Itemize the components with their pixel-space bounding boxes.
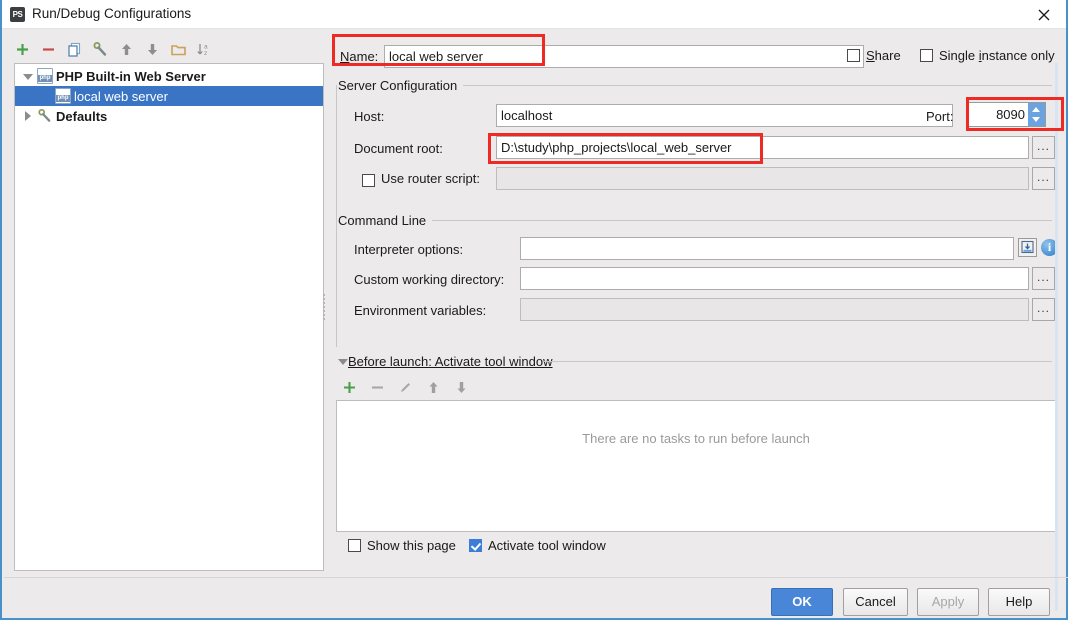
cancel-button[interactable]: Cancel: [843, 588, 908, 616]
tree-item-local-web-server[interactable]: local web server: [15, 86, 323, 106]
environment-variables-browse-button[interactable]: ...: [1032, 298, 1055, 321]
sort-alphabetically-icon[interactable]: a z: [196, 41, 213, 58]
port-spinner[interactable]: 8090: [968, 102, 1046, 127]
empty-task-message: There are no tasks to run before launch: [337, 431, 1055, 446]
interpreter-options-label: Interpreter options:: [354, 242, 463, 257]
move-up-icon[interactable]: [118, 41, 135, 58]
port-decrement-icon[interactable]: [1032, 117, 1040, 122]
folder-icon[interactable]: [170, 41, 187, 58]
tree-item-label: PHP Built-in Web Server: [56, 69, 206, 84]
move-task-up-icon[interactable]: [426, 380, 441, 395]
host-input[interactable]: localhost: [496, 104, 953, 127]
environment-variables-label: Environment variables:: [354, 303, 486, 318]
add-icon[interactable]: [14, 41, 31, 58]
move-task-down-icon[interactable]: [454, 380, 469, 395]
footer-divider: [4, 577, 1068, 578]
share-label: Share: [866, 48, 901, 63]
host-label: Host:: [354, 109, 384, 124]
group-left-border: [336, 85, 337, 235]
ok-button[interactable]: OK: [771, 588, 833, 616]
group-left-border: [336, 220, 337, 347]
copy-icon[interactable]: [66, 41, 83, 58]
expand-twisty-icon[interactable]: [21, 69, 35, 83]
use-router-script-checkbox[interactable]: [362, 174, 375, 187]
before-launch-task-list[interactable]: There are no tasks to run before launch: [336, 400, 1056, 532]
activate-tool-window-checkbox[interactable]: [469, 539, 482, 552]
remove-task-icon[interactable]: [370, 380, 385, 395]
show-this-page-label: Show this page: [367, 538, 456, 553]
share-checkbox[interactable]: [847, 49, 860, 62]
use-router-script-label: Use router script:: [381, 171, 480, 186]
single-instance-only-label: Single instance only: [939, 48, 1055, 63]
edit-defaults-wrench-icon[interactable]: [92, 41, 109, 58]
tree-item-php-built-in-web-server[interactable]: PHP Built-in Web Server: [15, 66, 323, 86]
custom-working-directory-browse-button[interactable]: ...: [1032, 267, 1055, 290]
move-down-icon[interactable]: [144, 41, 161, 58]
phpstorm-app-icon: PS: [10, 7, 25, 22]
port-increment-icon[interactable]: [1032, 107, 1040, 112]
server-configuration-group-title: Server Configuration: [338, 78, 463, 93]
apply-button: Apply: [917, 588, 979, 616]
configurations-tree[interactable]: PHP Built-in Web Server local web server…: [14, 63, 324, 571]
custom-working-directory-input[interactable]: [520, 267, 1029, 290]
php-icon: [37, 68, 53, 84]
name-label: Name:: [340, 49, 378, 64]
custom-working-directory-label: Custom working directory:: [354, 272, 504, 287]
port-label: Port:: [926, 109, 953, 124]
svg-text:z: z: [204, 50, 207, 57]
collapse-twisty-icon[interactable]: [21, 109, 35, 123]
tree-item-label: local web server: [74, 89, 168, 104]
remove-icon[interactable]: [40, 41, 57, 58]
command-line-group-title: Command Line: [338, 213, 432, 228]
group-divider: [460, 85, 1052, 86]
before-launch-title: Before launch: Activate tool window: [348, 354, 553, 369]
add-task-icon[interactable]: [342, 380, 357, 395]
vertical-scrollbar[interactable]: [1055, 63, 1058, 611]
show-this-page-checkbox[interactable]: [348, 539, 361, 552]
group-divider: [544, 361, 1052, 362]
run-debug-configurations-dialog: PS Run/Debug Configurations: [0, 0, 1068, 620]
name-input[interactable]: local web server: [384, 45, 864, 68]
activate-tool-window-label: Activate tool window: [488, 538, 606, 553]
configuration-editor-pane: Name: local web server Share Single inst…: [332, 34, 1060, 574]
window-title: Run/Debug Configurations: [32, 6, 191, 21]
document-root-input[interactable]: D:\study\php_projects\local_web_server: [496, 136, 1029, 159]
panel-splitter-handle[interactable]: [322, 292, 327, 318]
close-icon[interactable]: [1022, 0, 1066, 28]
configurations-toolbar: a z: [14, 37, 314, 61]
edit-task-pencil-icon[interactable]: [398, 380, 413, 395]
php-icon: [55, 88, 71, 104]
document-root-browse-button[interactable]: ...: [1032, 136, 1055, 159]
expand-editor-icon[interactable]: [1018, 238, 1037, 257]
interpreter-options-input[interactable]: [520, 237, 1014, 260]
group-divider: [428, 220, 1052, 221]
single-instance-only-checkbox[interactable]: [920, 49, 933, 62]
help-button[interactable]: Help: [988, 588, 1050, 616]
wrench-icon: [37, 108, 53, 124]
tree-item-label: Defaults: [56, 109, 107, 124]
tree-item-defaults[interactable]: Defaults: [15, 106, 323, 126]
router-script-browse-button[interactable]: ...: [1032, 167, 1055, 190]
router-script-input[interactable]: [496, 167, 1029, 190]
port-stepper-buttons[interactable]: [1028, 103, 1045, 126]
port-value: 8090: [996, 105, 1025, 124]
before-launch-toolbar: [342, 380, 469, 395]
environment-variables-input[interactable]: [520, 298, 1029, 321]
document-root-label: Document root:: [354, 141, 443, 156]
title-bar: PS Run/Debug Configurations: [2, 0, 1066, 29]
